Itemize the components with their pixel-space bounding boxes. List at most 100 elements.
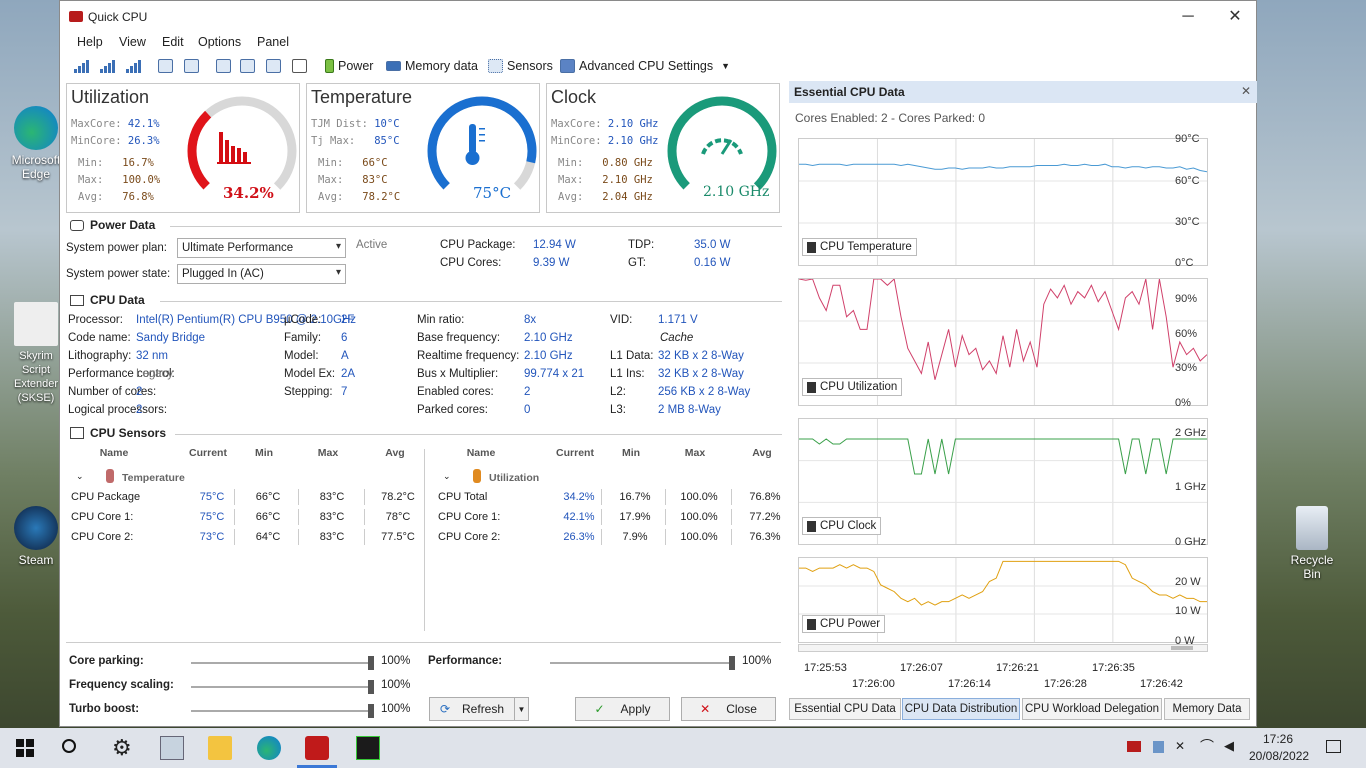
- tune-icon[interactable]: [216, 58, 235, 74]
- desktop-icon-label: Steam: [18, 553, 54, 567]
- cell-divider: [601, 489, 602, 505]
- file-explorer-icon[interactable]: [208, 736, 232, 760]
- settings-gear-icon[interactable]: ⚙: [112, 736, 136, 760]
- sensor-name: CPU Core 2:: [438, 531, 501, 543]
- clock-time[interactable]: 17:26: [1263, 732, 1293, 746]
- sensor-column-header[interactable]: Avg: [735, 447, 789, 459]
- cpu-field-value: 7: [341, 386, 348, 398]
- sensor-column-header[interactable]: Min: [605, 447, 657, 459]
- sensor-column-header[interactable]: Current: [549, 447, 601, 459]
- slider-thumb[interactable]: [368, 704, 374, 718]
- refresh-dropdown-button[interactable]: ▼: [514, 697, 529, 721]
- tj-max-label: Tj Max:: [311, 135, 356, 147]
- series-line: [798, 278, 1208, 380]
- sensors-button[interactable]: Sensors: [488, 58, 553, 74]
- menu-help[interactable]: Help: [77, 35, 103, 49]
- desktop-icon-edge[interactable]: Microsoft Edge: [6, 106, 66, 181]
- quick-cpu-taskbar-icon[interactable]: [305, 736, 329, 760]
- cpu-field-label: L3:: [610, 404, 626, 416]
- cpu-field-value: 2.10 GHz: [524, 332, 573, 344]
- close-button[interactable]: ✕ Close: [681, 697, 776, 721]
- menu-options[interactable]: Options: [198, 35, 241, 49]
- collapse-chevron-icon[interactable]: ⌄: [443, 471, 451, 482]
- desktop-icon-steam[interactable]: Steam: [6, 506, 66, 567]
- quick-cpu-tray-icon[interactable]: [1127, 741, 1141, 752]
- collapse-chevron-icon[interactable]: ⌄: [76, 471, 84, 482]
- cell-divider: [665, 489, 666, 505]
- turbo-boost-slider[interactable]: [191, 704, 374, 718]
- desktop-icon-skse[interactable]: Skyrim Script Extender (SKSE): [6, 302, 66, 405]
- frequency-scaling-slider[interactable]: [191, 680, 374, 694]
- sensor-column-header[interactable]: Name: [441, 447, 521, 459]
- bars-icon[interactable]: [126, 58, 142, 74]
- apply-button[interactable]: ✓ Apply: [575, 697, 670, 721]
- tab-cpu-data-distribution[interactable]: CPU Data Distribution: [902, 698, 1020, 720]
- min-value: 16.7%: [122, 157, 154, 169]
- close-window-button[interactable]: ✕: [1212, 1, 1258, 33]
- volume-icon[interactable]: ◀: [1224, 738, 1248, 762]
- scrollbar-thumb[interactable]: [1171, 646, 1193, 650]
- slider-thumb[interactable]: [729, 656, 735, 670]
- menu-edit[interactable]: Edit: [162, 35, 184, 49]
- notifications-icon[interactable]: [1326, 740, 1341, 753]
- y-tick-label: 1 GHz: [1175, 481, 1207, 493]
- close-icon: ✕: [700, 702, 711, 716]
- search-icon[interactable]: [62, 739, 76, 753]
- power-state-select[interactable]: Plugged In (AC): [177, 264, 346, 284]
- gt-label: GT:: [628, 257, 646, 269]
- settings-icon[interactable]: [158, 58, 177, 74]
- desktop-icon-recycle[interactable]: Recycle Bin: [1282, 506, 1342, 581]
- task-manager-icon[interactable]: [160, 736, 184, 760]
- chart-legend-label: CPU Clock: [820, 520, 877, 532]
- slider-thumb[interactable]: [368, 656, 374, 670]
- chart-scrollbar[interactable]: [798, 644, 1208, 652]
- tray-app-icon[interactable]: [1153, 741, 1164, 753]
- sensor-column-header[interactable]: Max: [302, 447, 354, 459]
- performance-slider[interactable]: [550, 656, 735, 670]
- sensor-column-header[interactable]: Name: [74, 447, 154, 459]
- chat-icon[interactable]: [266, 58, 285, 74]
- chart-legend-label: CPU Temperature: [820, 241, 912, 253]
- advanced-cpu-settings-button[interactable]: Advanced CPU Settings ▼: [560, 58, 730, 74]
- cell-divider: [234, 529, 235, 545]
- menu-view[interactable]: View: [119, 35, 146, 49]
- y-tick-label: 0%: [1175, 397, 1191, 409]
- terminal-app-icon[interactable]: [356, 736, 380, 760]
- slider-thumb[interactable]: [368, 680, 374, 694]
- power-plan-select[interactable]: Ultimate Performance: [177, 238, 346, 258]
- cpu-field-label: Base frequency:: [417, 332, 501, 344]
- sensor-column-header[interactable]: Min: [238, 447, 290, 459]
- tab-essential-cpu-data[interactable]: Essential CPU Data: [789, 698, 901, 720]
- chart-box: CPU Utilization: [798, 278, 1208, 406]
- core-parking-label: Core parking:: [69, 655, 144, 667]
- close-panel-icon[interactable]: ✕: [1241, 84, 1251, 98]
- clock-date[interactable]: 20/08/2022: [1249, 749, 1309, 763]
- avg-value: 2.04 GHz: [602, 191, 653, 203]
- sensor-column-header[interactable]: Avg: [368, 447, 422, 459]
- minimize-button[interactable]: ─: [1165, 1, 1211, 33]
- edge-taskbar-icon[interactable]: [257, 736, 281, 760]
- cell-divider: [601, 509, 602, 525]
- monitor-icon[interactable]: [240, 58, 259, 74]
- core-parking-slider[interactable]: [191, 656, 374, 670]
- sensor-column-header[interactable]: Max: [669, 447, 721, 459]
- tab-cpu-workload-delegation[interactable]: CPU Workload Delegation: [1022, 698, 1162, 720]
- speedometer-icon: [807, 520, 816, 532]
- bars-icon[interactable]: [100, 58, 116, 74]
- bars-icon[interactable]: [74, 58, 90, 74]
- refresh-button[interactable]: ⟳ Refresh: [429, 697, 515, 721]
- cpu-field-label: Family:: [284, 332, 322, 344]
- language-icon[interactable]: ✕: [1175, 738, 1199, 762]
- image-icon[interactable]: [184, 58, 203, 74]
- memory-data-button[interactable]: Memory data: [386, 58, 478, 74]
- start-icon[interactable]: [16, 739, 34, 757]
- network-icon[interactable]: ⌒: [1200, 738, 1224, 762]
- cpu-field-value: A: [341, 350, 349, 362]
- power-button[interactable]: Power: [325, 58, 373, 74]
- menu-panel[interactable]: Panel: [257, 35, 289, 49]
- document-icon[interactable]: [292, 58, 311, 74]
- tab-memory-data[interactable]: Memory Data: [1164, 698, 1250, 720]
- cpu-field-label: Enabled cores:: [417, 386, 494, 398]
- cpu-field-label: L1 Data:: [610, 350, 654, 362]
- sensor-column-header[interactable]: Current: [182, 447, 234, 459]
